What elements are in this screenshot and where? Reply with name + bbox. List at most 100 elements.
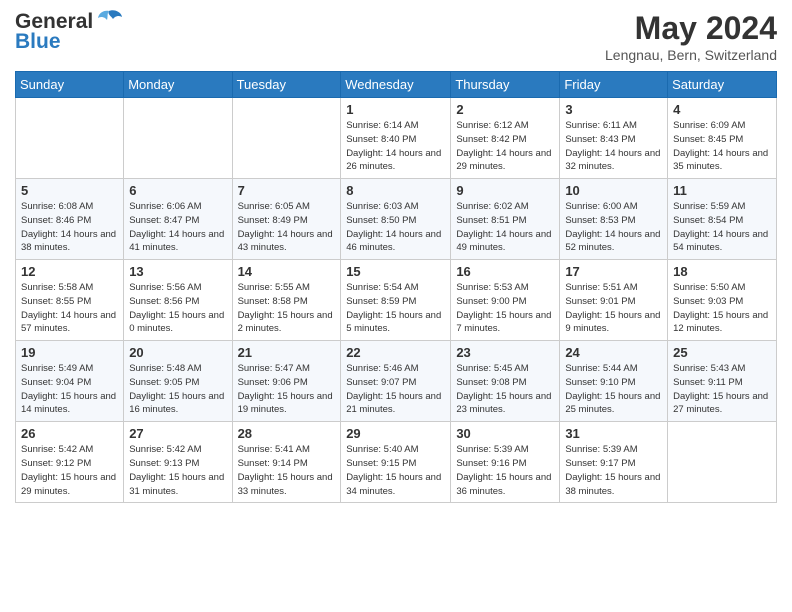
month-title: May 2024 [605,10,777,47]
location: Lengnau, Bern, Switzerland [605,47,777,63]
day-info: Sunrise: 6:11 AMSunset: 8:43 PMDaylight:… [565,119,662,174]
day-cell: 29Sunrise: 5:40 AMSunset: 9:15 PMDayligh… [341,422,451,503]
day-number: 18 [673,264,771,279]
day-number: 26 [21,426,118,441]
day-number: 21 [238,345,336,360]
day-info: Sunrise: 5:56 AMSunset: 8:56 PMDaylight:… [129,281,226,336]
logo: General Blue [15,10,123,54]
day-cell: 5 Sunrise: 6:08 AMSunset: 8:46 PMDaylight… [16,179,124,260]
day-info: Sunrise: 5:40 AMSunset: 9:15 PMDaylight:… [346,443,445,498]
day-number: 13 [129,264,226,279]
day-number: 28 [238,426,336,441]
calendar-table: SundayMondayTuesdayWednesdayThursdayFrid… [15,71,777,503]
day-info: Sunrise: 6:06 AMSunset: 8:47 PMDaylight:… [129,200,226,255]
day-cell: 26Sunrise: 5:42 AMSunset: 9:12 PMDayligh… [16,422,124,503]
day-info: Sunrise: 6:00 AMSunset: 8:53 PMDaylight:… [565,200,662,255]
col-header-monday: Monday [124,72,232,98]
day-cell: 2 Sunrise: 6:12 AMSunset: 8:42 PMDaylight… [451,98,560,179]
day-number: 9 [456,183,554,198]
day-info: Sunrise: 6:02 AMSunset: 8:51 PMDaylight:… [456,200,554,255]
day-cell: 7Sunrise: 6:05 AMSunset: 8:49 PMDaylight… [232,179,341,260]
logo-blue-text: Blue [15,30,61,54]
week-row-5: 26Sunrise: 5:42 AMSunset: 9:12 PMDayligh… [16,422,777,503]
day-number: 31 [565,426,662,441]
day-info: Sunrise: 5:55 AMSunset: 8:58 PMDaylight:… [238,281,336,336]
day-number: 25 [673,345,771,360]
day-number: 14 [238,264,336,279]
day-info: Sunrise: 5:58 AMSunset: 8:55 PMDaylight:… [21,281,118,336]
day-info: Sunrise: 5:45 AMSunset: 9:08 PMDaylight:… [456,362,554,417]
col-header-friday: Friday [560,72,668,98]
day-cell: 20Sunrise: 5:48 AMSunset: 9:05 PMDayligh… [124,341,232,422]
page: General Blue May 2024 Lengnau, Bern, Swi… [0,0,792,518]
week-row-1: 1Sunrise: 6:14 AMSunset: 8:40 PMDaylight… [16,98,777,179]
day-cell: 25Sunrise: 5:43 AMSunset: 9:11 PMDayligh… [668,341,777,422]
title-block: May 2024 Lengnau, Bern, Switzerland [605,10,777,63]
day-number: 2 [456,102,554,117]
day-info: Sunrise: 5:49 AMSunset: 9:04 PMDaylight:… [21,362,118,417]
day-cell: 8 Sunrise: 6:03 AMSunset: 8:50 PMDaylight… [341,179,451,260]
day-cell: 11 Sunrise: 5:59 AMSunset: 8:54 PMDayligh… [668,179,777,260]
day-number: 4 [673,102,771,117]
day-info: Sunrise: 5:46 AMSunset: 9:07 PMDaylight:… [346,362,445,417]
week-row-4: 19 Sunrise: 5:49 AMSunset: 9:04 PMDayligh… [16,341,777,422]
day-cell: 28 Sunrise: 5:41 AMSunset: 9:14 PMDayligh… [232,422,341,503]
day-info: Sunrise: 5:41 AMSunset: 9:14 PMDaylight:… [238,443,336,498]
day-info: Sunrise: 5:59 AMSunset: 8:54 PMDaylight:… [673,200,771,255]
day-number: 3 [565,102,662,117]
day-info: Sunrise: 5:39 AMSunset: 9:16 PMDaylight:… [456,443,554,498]
day-cell: 9 Sunrise: 6:02 AMSunset: 8:51 PMDaylight… [451,179,560,260]
day-info: Sunrise: 6:03 AMSunset: 8:50 PMDaylight:… [346,200,445,255]
day-info: Sunrise: 6:14 AMSunset: 8:40 PMDaylight:… [346,119,445,174]
day-cell: 21 Sunrise: 5:47 AMSunset: 9:06 PMDayligh… [232,341,341,422]
day-info: Sunrise: 5:44 AMSunset: 9:10 PMDaylight:… [565,362,662,417]
col-header-sunday: Sunday [16,72,124,98]
day-number: 19 [21,345,118,360]
day-number: 10 [565,183,662,198]
day-info: Sunrise: 6:12 AMSunset: 8:42 PMDaylight:… [456,119,554,174]
day-info: Sunrise: 5:50 AMSunset: 9:03 PMDaylight:… [673,281,771,336]
day-number: 6 [129,183,226,198]
day-info: Sunrise: 5:53 AMSunset: 9:00 PMDaylight:… [456,281,554,336]
day-info: Sunrise: 5:39 AMSunset: 9:17 PMDaylight:… [565,443,662,498]
day-cell: 10 Sunrise: 6:00 AMSunset: 8:53 PMDayligh… [560,179,668,260]
day-number: 15 [346,264,445,279]
day-cell: 24Sunrise: 5:44 AMSunset: 9:10 PMDayligh… [560,341,668,422]
day-info: Sunrise: 5:54 AMSunset: 8:59 PMDaylight:… [346,281,445,336]
day-number: 5 [21,183,118,198]
day-number: 27 [129,426,226,441]
col-header-saturday: Saturday [668,72,777,98]
day-cell [232,98,341,179]
day-cell: 31 Sunrise: 5:39 AMSunset: 9:17 PMDayligh… [560,422,668,503]
day-info: Sunrise: 5:47 AMSunset: 9:06 PMDaylight:… [238,362,336,417]
day-info: Sunrise: 5:51 AMSunset: 9:01 PMDaylight:… [565,281,662,336]
day-info: Sunrise: 6:09 AMSunset: 8:45 PMDaylight:… [673,119,771,174]
col-header-thursday: Thursday [451,72,560,98]
day-cell: 27Sunrise: 5:42 AMSunset: 9:13 PMDayligh… [124,422,232,503]
day-number: 12 [21,264,118,279]
calendar-header-row: SundayMondayTuesdayWednesdayThursdayFrid… [16,72,777,98]
day-cell: 13 Sunrise: 5:56 AMSunset: 8:56 PMDayligh… [124,260,232,341]
day-number: 11 [673,183,771,198]
day-cell: 19 Sunrise: 5:49 AMSunset: 9:04 PMDayligh… [16,341,124,422]
day-cell [16,98,124,179]
week-row-3: 12 Sunrise: 5:58 AMSunset: 8:55 PMDayligh… [16,260,777,341]
day-number: 7 [238,183,336,198]
logo-bird-icon [95,9,123,31]
day-cell [668,422,777,503]
header: General Blue May 2024 Lengnau, Bern, Swi… [15,10,777,63]
day-cell: 15 Sunrise: 5:54 AMSunset: 8:59 PMDayligh… [341,260,451,341]
day-cell: 14 Sunrise: 5:55 AMSunset: 8:58 PMDayligh… [232,260,341,341]
day-number: 20 [129,345,226,360]
day-number: 22 [346,345,445,360]
day-info: Sunrise: 6:08 AMSunset: 8:46 PMDaylight:… [21,200,118,255]
day-cell: 18 Sunrise: 5:50 AMSunset: 9:03 PMDayligh… [668,260,777,341]
day-cell: 1Sunrise: 6:14 AMSunset: 8:40 PMDaylight… [341,98,451,179]
day-number: 8 [346,183,445,198]
day-number: 17 [565,264,662,279]
day-cell: 16Sunrise: 5:53 AMSunset: 9:00 PMDayligh… [451,260,560,341]
day-cell: 12 Sunrise: 5:58 AMSunset: 8:55 PMDayligh… [16,260,124,341]
day-cell: 17 Sunrise: 5:51 AMSunset: 9:01 PMDayligh… [560,260,668,341]
day-cell: 6 Sunrise: 6:06 AMSunset: 8:47 PMDaylight… [124,179,232,260]
day-number: 30 [456,426,554,441]
